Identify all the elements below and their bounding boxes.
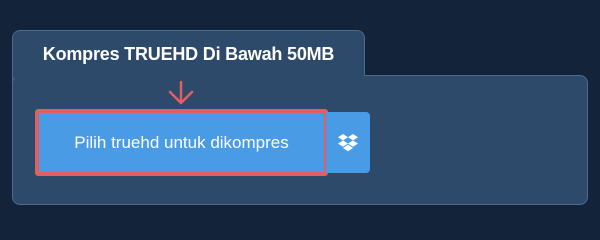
panel-seam [13, 74, 364, 78]
choose-file-label: Pilih truehd untuk dikompres [74, 132, 289, 152]
choose-file-button[interactable]: Pilih truehd untuk dikompres [35, 109, 328, 176]
compressor-widget: Kompres TRUEHD Di Bawah 50MB Pilih trueh… [0, 0, 600, 230]
dropbox-icon [338, 133, 358, 151]
arrow-down-icon [168, 80, 194, 105]
dropbox-button[interactable] [326, 112, 370, 173]
panel-title: Kompres TRUEHD Di Bawah 50MB [42, 44, 335, 64]
